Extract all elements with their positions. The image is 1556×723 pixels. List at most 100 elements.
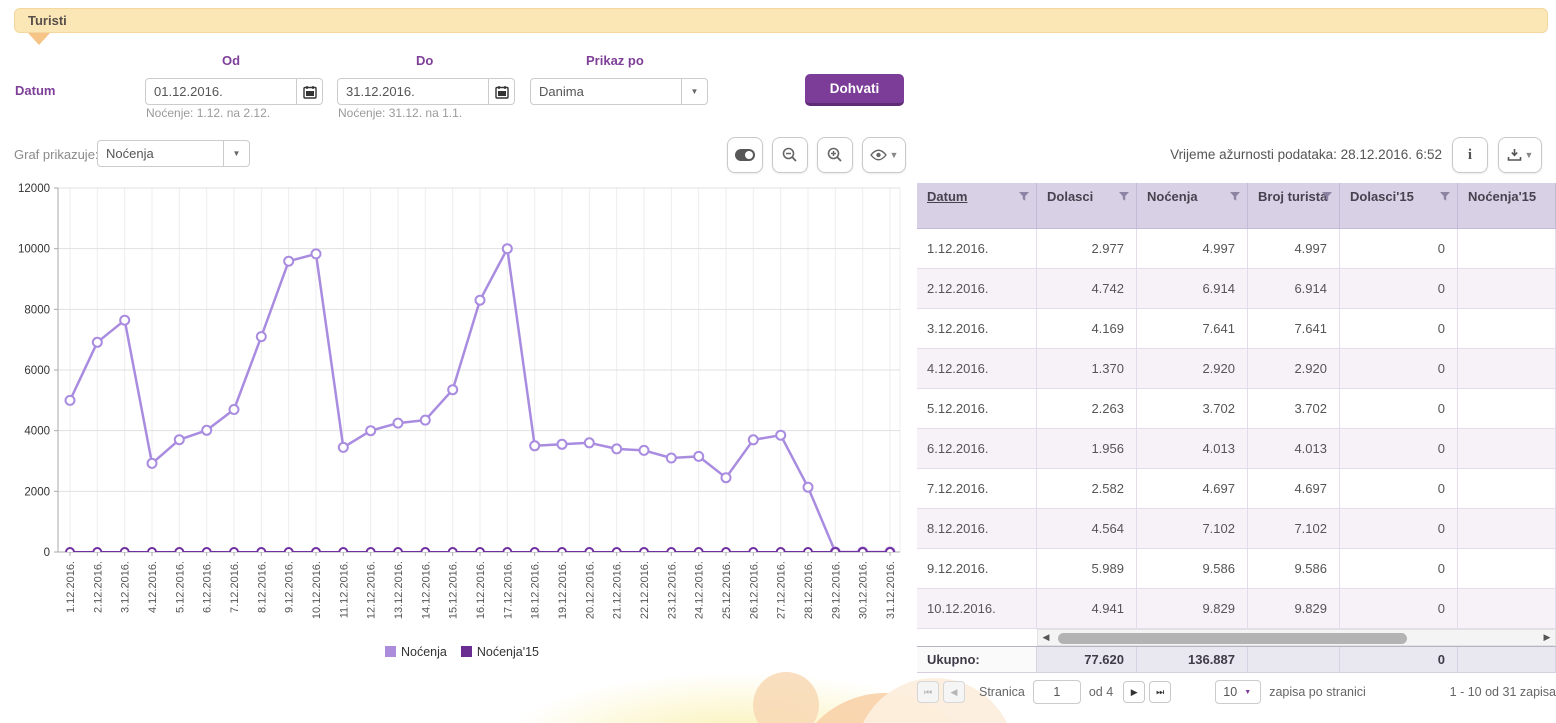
legend-label[interactable]: Noćenja'15 <box>477 645 539 659</box>
svg-text:15.12.2016.: 15.12.2016. <box>448 561 460 619</box>
table-cell: 7.641 <box>1248 309 1340 349</box>
zoom-in-icon <box>826 146 844 164</box>
table-cell: 0 <box>1340 269 1458 309</box>
table-row[interactable]: 7.12.2016.2.5824.6974.6970 <box>917 469 1556 509</box>
table-cell: 6.914 <box>1137 269 1248 309</box>
datum-label: Datum <box>15 83 55 98</box>
prikaz-po-select[interactable]: Danima ▼ <box>530 78 708 105</box>
export-download-button[interactable]: ▼ <box>1498 137 1542 173</box>
date-from-value: 01.12.2016. <box>146 84 296 99</box>
table-row[interactable]: 1.12.2016.2.9774.9974.9970 <box>917 229 1556 269</box>
filter-icon <box>1230 192 1240 201</box>
svg-text:4000: 4000 <box>24 426 50 438</box>
table-row[interactable]: 10.12.2016.4.9419.8299.8290 <box>917 589 1556 629</box>
page-number-input[interactable] <box>1033 680 1081 704</box>
svg-text:28.12.2016.: 28.12.2016. <box>803 561 815 619</box>
table-cell <box>1458 309 1556 349</box>
scroll-left-arrow[interactable]: ◀ <box>1038 632 1054 643</box>
table-cell <box>1458 229 1556 269</box>
svg-text:21.12.2016.: 21.12.2016. <box>612 561 624 619</box>
table-row[interactable]: 5.12.2016.2.2633.7023.7020 <box>917 389 1556 429</box>
decorative-circle <box>753 672 819 723</box>
table-row[interactable]: 4.12.2016.1.3702.9202.9200 <box>917 349 1556 389</box>
column-label: Datum <box>927 189 967 204</box>
page-count-label: od 4 <box>1089 685 1113 699</box>
table-header-row: Datum Dolasci Noćenja Broj turista Dolasci'1… <box>917 183 1556 229</box>
svg-text:13.12.2016.: 13.12.2016. <box>393 561 405 619</box>
table-row[interactable]: 3.12.2016.4.1697.6417.6410 <box>917 309 1556 349</box>
calendar-icon[interactable] <box>488 79 514 104</box>
svg-text:14.12.2016.: 14.12.2016. <box>420 561 432 619</box>
table-cell <box>1458 509 1556 549</box>
table-cell: 4.997 <box>1248 229 1340 269</box>
legend-swatch[interactable] <box>461 646 472 657</box>
table-cell <box>1458 389 1556 429</box>
table-row[interactable]: 2.12.2016.4.7426.9146.9140 <box>917 269 1556 309</box>
date-to-input[interactable]: 31.12.2016. <box>337 78 515 105</box>
prev-page-button[interactable]: ◀ <box>943 681 965 703</box>
calendar-icon[interactable] <box>296 79 322 104</box>
graf-prikazuje-select[interactable]: Noćenja ▼ <box>97 140 250 167</box>
page-size-select[interactable]: 10 ▼ <box>1215 680 1261 704</box>
column-label: Noćenja <box>1147 189 1198 204</box>
chevron-down-icon[interactable]: ▼ <box>223 141 249 166</box>
table-cell: 2.582 <box>1037 469 1137 509</box>
svg-text:22.12.2016.: 22.12.2016. <box>639 561 651 619</box>
table-cell: 0 <box>1340 229 1458 269</box>
date-to-hint: Noćenje: 31.12. na 1.1. <box>338 106 462 120</box>
svg-text:8.12.2016.: 8.12.2016. <box>256 561 268 613</box>
table-cell: 2.977 <box>1037 229 1137 269</box>
page-size-value: 10 <box>1216 685 1244 699</box>
date-from-input[interactable]: 01.12.2016. <box>145 78 323 105</box>
column-header-5[interactable]: Noćenja'15 <box>1458 183 1556 228</box>
zoom-out-button[interactable] <box>772 137 808 173</box>
next-page-button[interactable]: ▶ <box>1123 681 1145 703</box>
graf-prikazuje-label: Graf prikazuje: <box>14 147 99 162</box>
filter-icon <box>1119 192 1129 201</box>
column-header-4[interactable]: Dolasci'15 <box>1340 183 1458 228</box>
scrollbar-thumb[interactable] <box>1058 633 1407 644</box>
svg-text:6.12.2016.: 6.12.2016. <box>202 561 214 613</box>
table-cell: 4.742 <box>1037 269 1137 309</box>
tab-label: Turisti <box>28 13 67 28</box>
table-cell: 3.702 <box>1248 389 1340 429</box>
last-page-button[interactable]: ⏭ <box>1149 681 1171 703</box>
table-row[interactable]: 8.12.2016.4.5647.1027.1020 <box>917 509 1556 549</box>
dohvati-button[interactable]: Dohvati <box>805 74 904 106</box>
chart-toggle-button[interactable] <box>727 137 763 173</box>
svg-text:10000: 10000 <box>18 244 50 256</box>
table-cell: 2.920 <box>1248 349 1340 389</box>
svg-text:31.12.2016.: 31.12.2016. <box>885 561 897 619</box>
table-cell: 6.914 <box>1248 269 1340 309</box>
chevron-down-icon[interactable]: ▼ <box>681 79 707 104</box>
svg-text:8000: 8000 <box>24 304 50 316</box>
column-header-0[interactable]: Datum <box>917 183 1037 228</box>
zoom-in-button[interactable] <box>817 137 853 173</box>
table-cell: 4.941 <box>1037 589 1137 629</box>
legend-label[interactable]: Noćenja <box>401 645 447 659</box>
column-label: Dolasci'15 <box>1350 189 1414 204</box>
info-button[interactable]: i <box>1452 137 1488 173</box>
column-header-1[interactable]: Dolasci <box>1037 183 1137 228</box>
table-cell: 2.12.2016. <box>917 269 1037 309</box>
table-cell: 9.12.2016. <box>917 549 1037 589</box>
scroll-right-arrow[interactable]: ▶ <box>1539 632 1555 643</box>
scrollbar-track[interactable] <box>1054 630 1539 645</box>
column-header-2[interactable]: Noćenja <box>1137 183 1248 228</box>
total-cell: 136.887 <box>1137 647 1248 672</box>
table-row[interactable]: 9.12.2016.5.9899.5869.5860 <box>917 549 1556 589</box>
svg-text:6000: 6000 <box>24 365 50 377</box>
turisti-tab[interactable]: Turisti <box>14 8 1548 33</box>
legend-swatch[interactable] <box>385 646 396 657</box>
first-page-button[interactable]: ⏮ <box>917 681 939 703</box>
table-cell: 7.102 <box>1137 509 1248 549</box>
column-header-3[interactable]: Broj turista <box>1248 183 1340 228</box>
svg-text:25.12.2016.: 25.12.2016. <box>721 561 733 619</box>
series-visibility-button[interactable]: ▼ <box>862 137 906 173</box>
table-cell: 4.013 <box>1248 429 1340 469</box>
page-size-label: zapisa po stranici <box>1269 685 1366 699</box>
line-chart: 0200040006000800010000120001.12.2016.2.1… <box>0 183 910 645</box>
table-row[interactable]: 6.12.2016.1.9564.0134.0130 <box>917 429 1556 469</box>
svg-text:1.12.2016.: 1.12.2016. <box>65 561 77 613</box>
table-body: 1.12.2016.2.9774.9974.99702.12.2016.4.74… <box>917 229 1556 629</box>
